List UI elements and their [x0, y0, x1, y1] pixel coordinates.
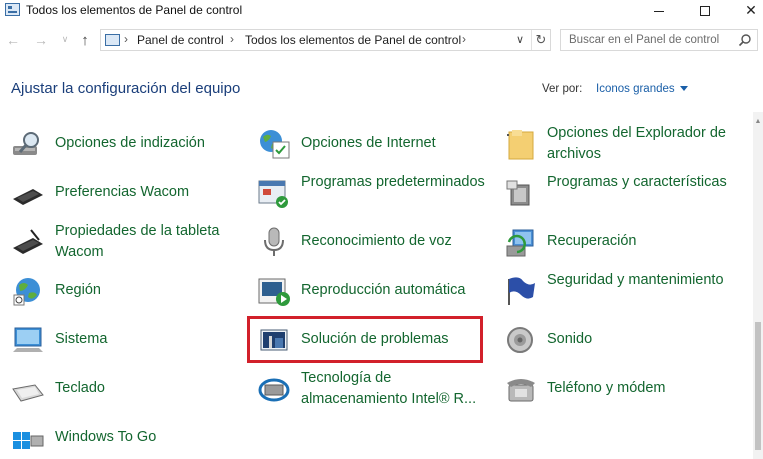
forward-button[interactable]: →: [32, 32, 50, 48]
item-label[interactable]: Tecnología de almacenamiento Intel® R...: [301, 368, 487, 410]
indexing-options-icon: [13, 132, 39, 155]
highlight-box: [247, 316, 483, 363]
item-speech-recognition[interactable]: Reconocimiento de voz: [257, 220, 487, 264]
item-default-programs[interactable]: Programas predeterminados: [257, 171, 487, 215]
address-dropdown-button[interactable]: ∨: [516, 33, 524, 46]
phone-modem-icon: [507, 379, 535, 402]
internet-options-icon: [260, 130, 290, 159]
item-label[interactable]: Reproducción automática: [301, 280, 465, 301]
view-by-label: Ver por:: [542, 83, 583, 95]
item-indexing-options[interactable]: Opciones de indización: [11, 122, 236, 166]
intel-storage-icon: [258, 378, 290, 402]
item-programs-features[interactable]: Programas y características: [503, 171, 748, 215]
keyboard-icon: [12, 384, 44, 402]
maximize-button[interactable]: [682, 0, 728, 22]
minimize-icon: [654, 10, 664, 12]
item-label[interactable]: Sistema: [55, 329, 107, 350]
item-label[interactable]: Opciones de indización: [55, 133, 205, 154]
windows-to-go-icon: [13, 432, 44, 449]
breadcrumb-separator[interactable]: ›: [230, 32, 234, 46]
title-bar: Todos los elementos de Panel de control …: [0, 0, 763, 22]
item-label[interactable]: Teléfono y módem: [547, 378, 665, 399]
search-placeholder: Buscar en el Panel de control: [569, 34, 720, 46]
item-internet-options[interactable]: Opciones de Internet: [257, 122, 487, 166]
page-title: Ajustar la configuración del equipo: [11, 80, 241, 97]
item-security-maintenance[interactable]: Seguridad y mantenimiento: [503, 269, 748, 313]
item-label[interactable]: Preferencias Wacom: [55, 182, 189, 203]
item-label[interactable]: Opciones de Internet: [301, 133, 436, 154]
up-button[interactable]: ↑: [76, 32, 94, 49]
back-button[interactable]: ←: [4, 32, 22, 48]
search-icon[interactable]: [738, 33, 752, 47]
control-panel-icon: [105, 34, 120, 46]
minimize-button[interactable]: [636, 0, 682, 22]
programs-features-icon: [506, 180, 530, 206]
maximize-icon: [700, 6, 710, 17]
navigation-bar: ← → ∨ ↑ › Panel de control › Todos los e…: [0, 28, 763, 54]
wacom-preferences-icon: [13, 189, 43, 205]
address-bar[interactable]: › Panel de control › Todos los elementos…: [100, 29, 551, 51]
breadcrumb-control-panel[interactable]: Panel de control: [137, 33, 224, 47]
item-autoplay[interactable]: Reproducción automática: [257, 269, 487, 313]
default-programs-icon: [258, 180, 288, 208]
item-label[interactable]: Teclado: [55, 378, 105, 399]
item-label[interactable]: Sonido: [547, 329, 592, 350]
file-explorer-options-icon: [507, 130, 534, 160]
item-system[interactable]: Sistema: [11, 318, 236, 362]
close-button[interactable]: ✕: [728, 0, 763, 22]
refresh-button[interactable]: ↻: [531, 30, 550, 50]
item-intel-storage[interactable]: Tecnología de almacenamiento Intel® R...: [257, 367, 487, 411]
control-panel-icon: [5, 3, 20, 16]
item-label[interactable]: Programas y características: [547, 172, 727, 193]
recovery-icon: [506, 229, 534, 257]
search-input[interactable]: Buscar en el Panel de control: [560, 29, 758, 51]
breadcrumb-separator[interactable]: ›: [462, 32, 466, 46]
item-label[interactable]: Opciones del Explorador de archivos: [547, 123, 748, 165]
sound-icon: [507, 327, 533, 353]
chevron-down-icon[interactable]: [680, 86, 688, 91]
item-phone-modem[interactable]: Teléfono y módem: [503, 367, 748, 411]
item-label[interactable]: Propiedades de la tableta Wacom: [55, 221, 236, 263]
item-label[interactable]: Reconocimiento de voz: [301, 231, 452, 252]
autoplay-icon: [258, 278, 290, 306]
item-windows-to-go[interactable]: Windows To Go: [11, 416, 236, 459]
breadcrumb-all-items[interactable]: Todos los elementos de Panel de control: [245, 33, 461, 47]
scroll-up-icon[interactable]: ▲: [753, 118, 763, 128]
item-wacom-tablet[interactable]: Propiedades de la tableta Wacom: [11, 220, 236, 264]
item-label[interactable]: Windows To Go: [55, 427, 156, 448]
breadcrumb-separator[interactable]: ›: [124, 32, 128, 46]
wacom-tablet-icon: [13, 229, 43, 254]
item-sound[interactable]: Sonido: [503, 318, 748, 362]
item-keyboard[interactable]: Teclado: [11, 367, 236, 411]
item-region[interactable]: Región: [11, 269, 236, 313]
item-label[interactable]: Programas predeterminados: [301, 172, 485, 193]
item-wacom-preferences[interactable]: Preferencias Wacom: [11, 171, 236, 215]
item-label[interactable]: Seguridad y mantenimiento: [547, 270, 724, 291]
window-title: Todos los elementos de Panel de control: [26, 3, 243, 17]
item-label[interactable]: Recuperación: [547, 231, 636, 252]
security-maintenance-icon: [508, 277, 535, 305]
region-icon: [13, 278, 40, 306]
item-recovery[interactable]: Recuperación: [503, 220, 748, 264]
scrollbar-thumb[interactable]: [755, 322, 761, 450]
system-icon: [13, 327, 43, 352]
item-label[interactable]: Región: [55, 280, 101, 301]
recent-locations-button[interactable]: ∨: [56, 34, 74, 45]
speech-recognition-icon: [264, 227, 284, 256]
view-by-dropdown[interactable]: Iconos grandes: [596, 83, 675, 95]
item-file-explorer-options[interactable]: Opciones del Explorador de archivos: [503, 122, 748, 166]
